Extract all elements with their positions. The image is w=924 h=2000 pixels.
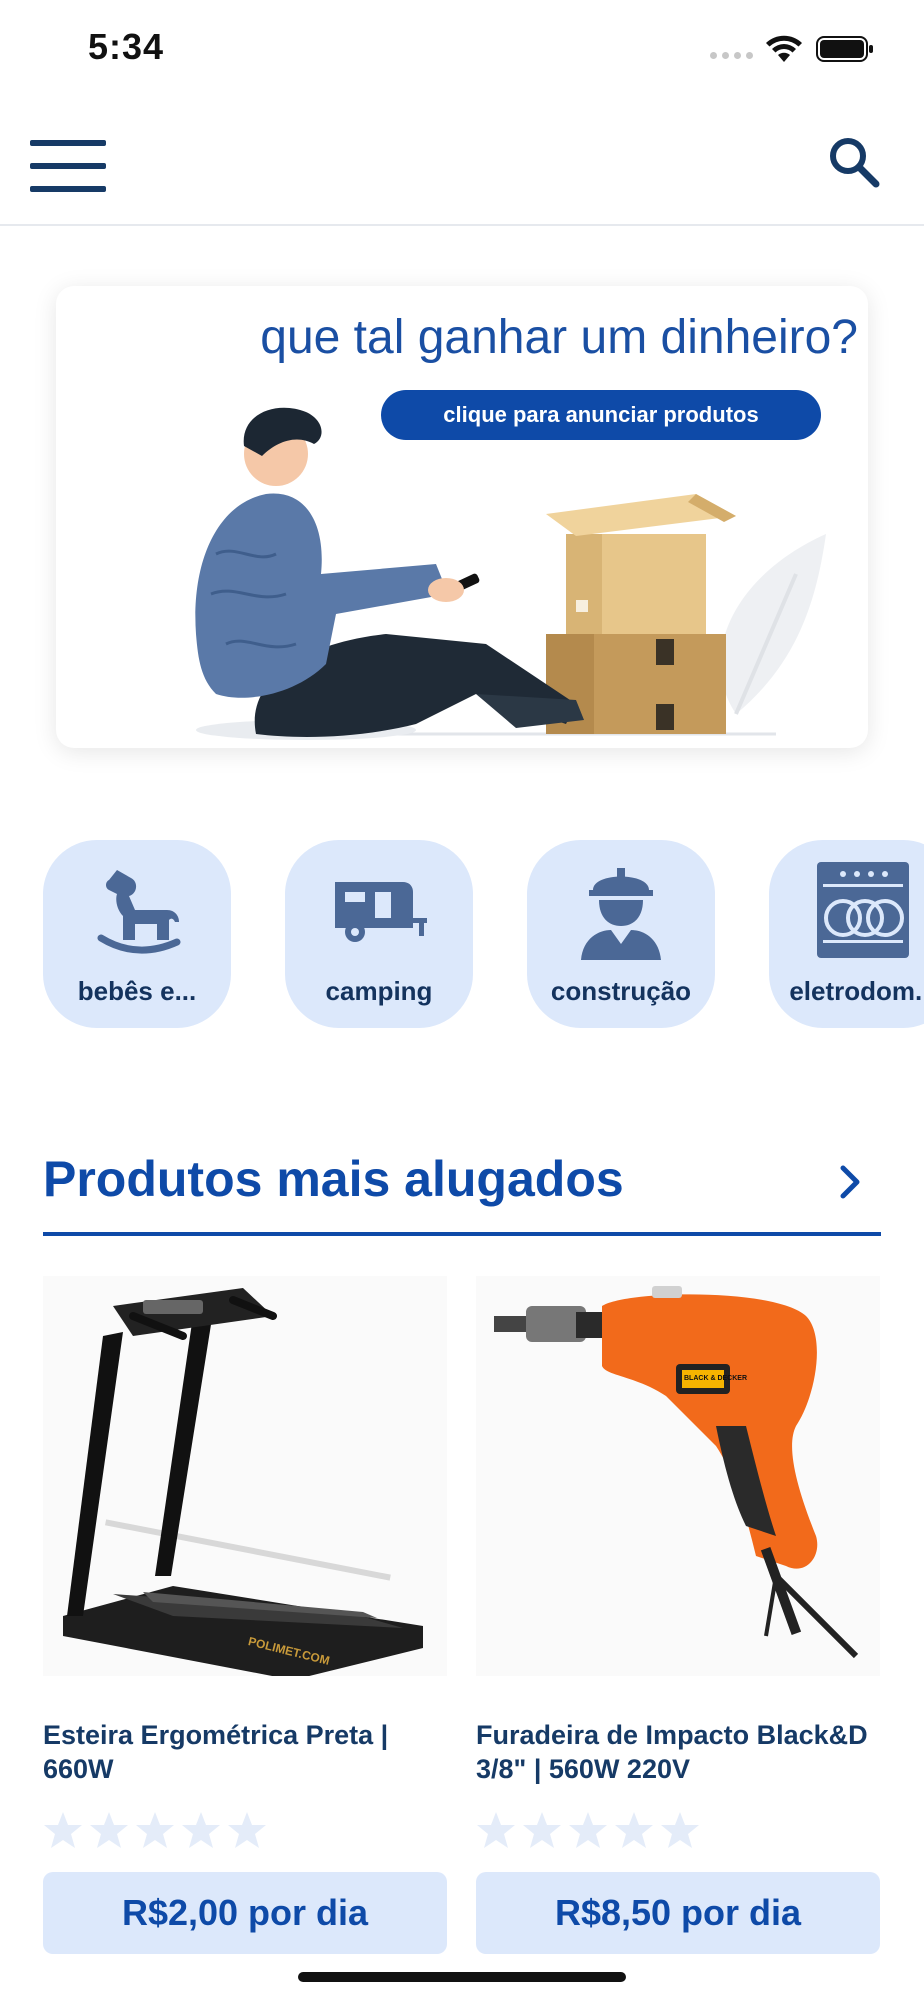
status-bar: 5:34: [0, 0, 924, 100]
dishwasher-icon: [817, 862, 909, 958]
chevron-right-icon[interactable]: [835, 1162, 865, 1202]
category-carousel[interactable]: bebês e... camping construção eletrodom.…: [0, 840, 924, 1030]
category-babies[interactable]: bebês e...: [43, 840, 231, 1028]
star-icon: [44, 1812, 82, 1848]
star-icon: [90, 1812, 128, 1848]
rocking-horse-icon: [97, 870, 181, 954]
star-icon: [477, 1812, 515, 1848]
battery-icon: [816, 36, 873, 62]
category-label: camping: [325, 976, 433, 1006]
category-label: bebês e...: [77, 976, 197, 1006]
wifi-icon: [766, 35, 802, 62]
star-icon: [615, 1812, 653, 1848]
category-label: eletrodom...: [789, 976, 924, 1006]
section-title: Produtos mais alugados: [43, 1151, 624, 1207]
star-icon: [661, 1812, 699, 1848]
impact-drill-image: BLACK & DECKER: [494, 1286, 859, 1659]
camper-trailer-icon: [335, 882, 427, 942]
home-indicator: [298, 1972, 626, 1982]
top-nav: [0, 100, 924, 226]
product-price-button[interactable]: R$2,00 por dia: [43, 1872, 447, 1954]
cellular-signal-icon: [710, 52, 753, 59]
product-image[interactable]: BLACK & DECKER: [476, 1276, 880, 1676]
star-icon: [136, 1812, 174, 1848]
product-rating: [476, 1810, 700, 1850]
product-name[interactable]: Esteira Ergométrica Preta | 660W: [43, 1718, 447, 1786]
category-label: construção: [550, 976, 692, 1006]
construction-worker-icon: [581, 868, 661, 960]
product-rating: [43, 1810, 267, 1850]
drill-brand-text: BLACK & DECKER: [684, 1375, 747, 1382]
search-icon[interactable]: [824, 132, 884, 192]
product-card[interactable]: POLIMET.COM Esteira Ergométrica Preta | …: [43, 1276, 447, 1960]
status-time: 5:34: [88, 26, 165, 67]
category-camping[interactable]: camping: [285, 840, 473, 1028]
product-price-button[interactable]: R$8,50 por dia: [476, 1872, 880, 1954]
product-image[interactable]: POLIMET.COM: [43, 1276, 447, 1680]
star-icon: [569, 1812, 607, 1848]
product-card[interactable]: BLACK & DECKER Furadeira de Impacto Blac…: [476, 1276, 880, 1960]
hamburger-menu-icon[interactable]: [30, 140, 106, 196]
banner-title: que tal ganhar um dinheiro?: [260, 311, 858, 364]
star-icon: [228, 1812, 266, 1848]
star-icon: [523, 1812, 561, 1848]
most-rented-section-header: Produtos mais alugados: [43, 1140, 881, 1236]
product-name[interactable]: Furadeira de Impacto Black&D 3/8" | 560W…: [476, 1718, 880, 1786]
category-appliances[interactable]: eletrodom...: [769, 840, 924, 1028]
star-icon: [182, 1812, 220, 1848]
person-with-boxes-illustration: [195, 407, 826, 740]
category-construction[interactable]: construção: [527, 840, 715, 1028]
treadmill-image: POLIMET.COM: [63, 1288, 423, 1680]
promo-banner[interactable]: que tal ganhar um dinheiro? clique para …: [56, 286, 868, 748]
